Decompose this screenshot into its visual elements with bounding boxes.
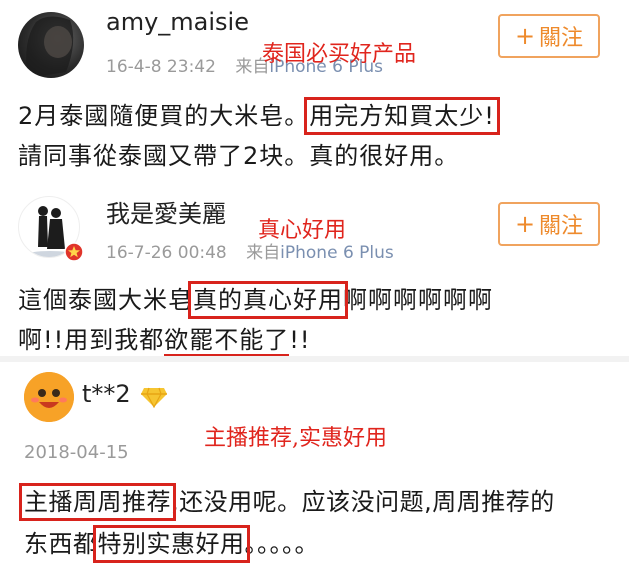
post-meta: 16-7-26 00:48 来自iPhone 6 Plus: [106, 238, 394, 263]
comment-line-2: 东西都特别实惠好用。。。。。: [24, 524, 319, 563]
comment-text: 這個泰國大米皂: [18, 286, 193, 314]
post-date: 2018-04-15: [24, 442, 129, 463]
post-time: 16-4-8 23:42: [106, 57, 216, 77]
comment-post-2: 我是愛美麗 16-7-26 00:48 来自iPhone 6 Plus 真心好用…: [0, 180, 629, 357]
comment-text: ,还没用呢。应该没问题,周周推荐的: [171, 488, 555, 516]
follow-button[interactable]: + 關注: [498, 14, 600, 58]
username[interactable]: t**2: [82, 380, 131, 408]
highlighted-text: 特别实惠好用: [92, 525, 250, 563]
comment-line-1: 2月泰國隨便買的大米皂。用完方知買太少!: [18, 96, 500, 135]
underlined-text: 欲罷不能了: [164, 326, 290, 357]
follow-label: 關注: [539, 214, 584, 239]
comment-text: 东西都: [24, 530, 98, 558]
avatar-portrait-icon: [26, 16, 74, 78]
comment-post-3: t**2 2018-04-15 主播推荐,实惠好用 主播周周推荐,还没用呢。应该…: [0, 362, 629, 577]
annotation-text: 真心好用: [258, 218, 347, 243]
comment-text: 。。。。。: [244, 530, 319, 558]
comment-line-1: 這個泰國大米皂真的真心好用啊啊啊啊啊啊: [18, 280, 493, 319]
plus-icon: +: [514, 210, 536, 238]
comment-text: !!: [289, 326, 311, 354]
post-time: 16-7-26 00:48: [106, 243, 227, 263]
source-prefix: 来自: [246, 243, 281, 263]
avatar[interactable]: [18, 12, 84, 78]
annotation-text: 主播推荐,实惠好用: [204, 426, 387, 451]
highlighted-text: 用完方知買太少!: [304, 97, 500, 135]
plus-icon: +: [514, 22, 536, 50]
username[interactable]: 我是愛美麗: [106, 194, 226, 229]
device-name: iPhone 6 Plus: [280, 243, 394, 263]
comment-post-1: amy_maisie 16-4-8 23:42 来自iPhone 6 Plus …: [0, 0, 629, 180]
avatar[interactable]: [24, 372, 74, 422]
comment-line-2: 請同事從泰國又帶了2块。真的很好用。: [18, 142, 460, 170]
diamond-icon: [141, 387, 167, 408]
comment-line-1: 主播周周推荐,还没用呢。应该没问题,周周推荐的: [19, 482, 555, 521]
smiley-face-icon: [24, 372, 74, 422]
highlighted-text: 主播周周推荐: [19, 483, 176, 521]
username[interactable]: amy_maisie: [106, 8, 249, 36]
follow-label: 關注: [539, 26, 584, 51]
annotation-text: 泰国必买好产品: [262, 42, 417, 67]
verified-badge-icon: [64, 242, 84, 262]
comment-text: 啊啊啊啊啊啊: [343, 286, 493, 314]
comment-text: 2月泰國隨便買的大米皂。: [18, 102, 310, 130]
follow-button[interactable]: + 關注: [498, 202, 600, 246]
comment-text: 啊!!用到我都: [18, 326, 165, 354]
highlighted-text: 真的真心好用: [188, 281, 348, 319]
comment-line-2: 啊!!用到我都欲罷不能了!!: [18, 320, 311, 357]
